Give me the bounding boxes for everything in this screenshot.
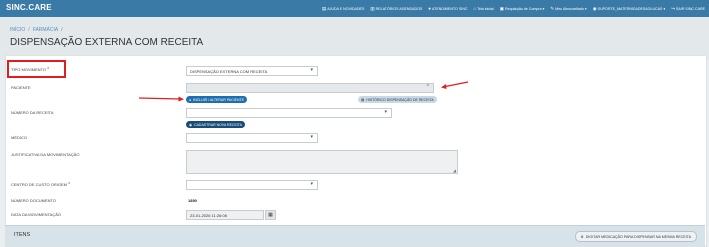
annotation-arrows <box>138 81 469 102</box>
required-marker: * <box>68 182 71 188</box>
numero-documento-value: 1890 <box>188 198 197 203</box>
cadastrar-receita-button[interactable]: ◉ CADASTRAR NOVA RECEITA <box>186 121 245 128</box>
medico-select[interactable]: ▾ <box>186 133 318 143</box>
data-movimentacao-value: 23-01-2026 11:26:08 <box>190 213 227 218</box>
itens-section-header: ITENS ⚙ DIGITAR MEDICAÇÃO PARA DISPENSAR … <box>5 225 705 246</box>
centro-custo-label-text: CENTRO DE CUSTO ORIGEM <box>11 182 67 187</box>
arrow-paciente-line <box>442 81 469 88</box>
medico-label: MÉDICO <box>11 135 27 140</box>
plus-icon: ◉ <box>189 122 193 127</box>
arrow-paciente-head <box>441 84 447 89</box>
itens-title: ITENS <box>14 232 31 238</box>
data-movimentacao-label: DATA DA MOVIMENTAÇÃO <box>11 212 62 217</box>
chevron-down-icon: ▾ <box>310 181 313 187</box>
resize-handle-icon[interactable]: ◢ <box>453 168 456 173</box>
arrow-incluir-head <box>178 96 184 102</box>
centro-custo-label: CENTRO DE CUSTO ORIGEM * <box>11 182 70 188</box>
justificativa-label: JUSTIFICATIVA DA MOVIMENTAÇÃO <box>11 152 80 157</box>
digitar-medicacao-label: DIGITAR MEDICAÇÃO PARA DISPENSAR NA MESM… <box>585 234 691 239</box>
data-movimentacao-input[interactable]: 23-01-2026 11:26:08 <box>186 210 264 220</box>
gears-icon: ⚙ <box>580 234 584 239</box>
justificativa-textarea[interactable]: ◢ <box>186 150 458 174</box>
numero-receita-label: NÚMERO DA RECEITA <box>11 110 54 115</box>
chevron-down-icon: ▾ <box>384 109 387 115</box>
numero-receita-select[interactable]: ▾ <box>186 108 392 118</box>
numero-documento-label: NÚMERO DOCUMENTO <box>11 198 57 203</box>
digitar-medicacao-button[interactable]: ⚙ DIGITAR MEDICAÇÃO PARA DISPENSAR NA MES… <box>574 231 697 242</box>
calendar-icon[interactable]: ▦ <box>265 210 276 220</box>
centro-custo-select[interactable]: ▾ <box>186 180 318 190</box>
chevron-down-icon: ▾ <box>310 134 313 140</box>
cadastrar-receita-label: CADASTRAR NOVA RECEITA <box>194 122 242 127</box>
arrow-incluir-line <box>138 97 181 100</box>
